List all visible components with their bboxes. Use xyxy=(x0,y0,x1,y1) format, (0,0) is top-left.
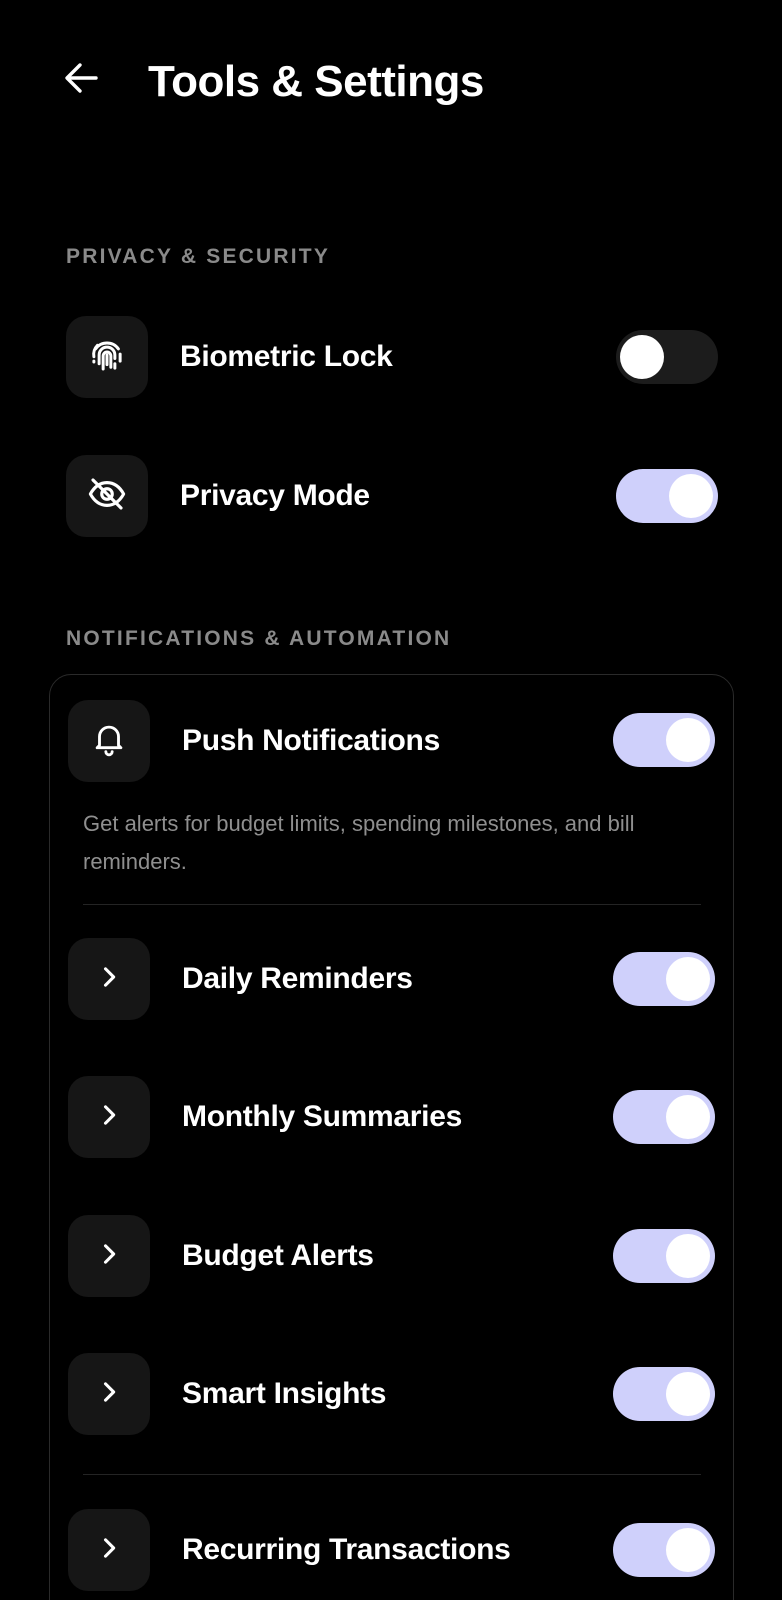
setting-row-biometric-lock[interactable]: Biometric Lock xyxy=(66,316,393,398)
settings-screen: Tools & Settings PRIVACY & SECURITY Biom… xyxy=(0,0,782,1600)
budget-alerts-toggle[interactable] xyxy=(613,1229,715,1283)
setting-row-monthly-summaries[interactable]: Monthly Summaries xyxy=(68,1076,462,1158)
setting-label: Biometric Lock xyxy=(180,340,393,373)
chevron-right-icon xyxy=(95,1378,123,1411)
divider xyxy=(83,904,701,905)
toggle-knob xyxy=(666,1372,710,1416)
setting-label: Budget Alerts xyxy=(182,1239,374,1272)
back-button[interactable] xyxy=(58,56,106,104)
biometric-lock-toggle[interactable] xyxy=(616,330,718,384)
chevron-right-icon xyxy=(95,1101,123,1134)
setting-icon-box xyxy=(68,938,150,1020)
setting-row-privacy-mode[interactable]: Privacy Mode xyxy=(66,455,370,537)
toggle-knob xyxy=(666,1528,710,1572)
eye-off-icon xyxy=(86,473,128,520)
setting-icon-box xyxy=(68,1076,150,1158)
setting-label: Privacy Mode xyxy=(180,479,370,512)
toggle-knob xyxy=(666,1095,710,1139)
setting-row-push-notifications[interactable]: Push Notifications xyxy=(68,700,440,782)
setting-icon-box xyxy=(66,316,148,398)
chevron-right-icon xyxy=(95,1534,123,1567)
setting-row-smart-insights[interactable]: Smart Insights xyxy=(68,1353,386,1435)
section-label-privacy: PRIVACY & SECURITY xyxy=(66,245,331,268)
toggle-knob xyxy=(666,1234,710,1278)
setting-label: Smart Insights xyxy=(182,1377,387,1410)
setting-row-daily-reminders[interactable]: Daily Reminders xyxy=(68,938,413,1020)
setting-icon-box xyxy=(68,1509,150,1591)
privacy-mode-toggle[interactable] xyxy=(616,469,718,523)
recurring-transactions-toggle[interactable] xyxy=(613,1523,715,1577)
setting-label: Daily Reminders xyxy=(182,962,413,995)
push-notifications-description: Get alerts for budget limits, spending m… xyxy=(83,811,635,874)
setting-label: Monthly Summaries xyxy=(182,1100,462,1133)
bell-icon xyxy=(90,720,128,763)
section-label-notifications: NOTIFICATIONS & AUTOMATION xyxy=(66,627,452,650)
toggle-knob xyxy=(669,474,713,518)
setting-label: Push Notifications xyxy=(182,724,440,757)
setting-icon-box xyxy=(68,700,150,782)
divider xyxy=(83,1474,701,1475)
setting-icon-box xyxy=(66,455,148,537)
push-notifications-toggle[interactable] xyxy=(613,713,715,767)
setting-icon-box xyxy=(68,1215,150,1297)
toggle-knob xyxy=(620,335,664,379)
chevron-right-icon xyxy=(95,963,123,996)
header: Tools & Settings xyxy=(0,0,782,170)
setting-icon-box xyxy=(68,1353,150,1435)
daily-reminders-toggle[interactable] xyxy=(613,952,715,1006)
smart-insights-toggle[interactable] xyxy=(613,1367,715,1421)
fingerprint-icon xyxy=(86,334,128,381)
setting-row-recurring-transactions[interactable]: Recurring Transactions xyxy=(68,1509,511,1591)
toggle-knob xyxy=(666,957,710,1001)
arrow-left-icon xyxy=(62,58,102,103)
page-title: Tools & Settings xyxy=(148,57,484,106)
setting-row-budget-alerts[interactable]: Budget Alerts xyxy=(68,1215,374,1297)
monthly-summaries-toggle[interactable] xyxy=(613,1090,715,1144)
toggle-knob xyxy=(666,718,710,762)
chevron-right-icon xyxy=(95,1240,123,1273)
setting-label: Recurring Transactions xyxy=(182,1533,511,1566)
